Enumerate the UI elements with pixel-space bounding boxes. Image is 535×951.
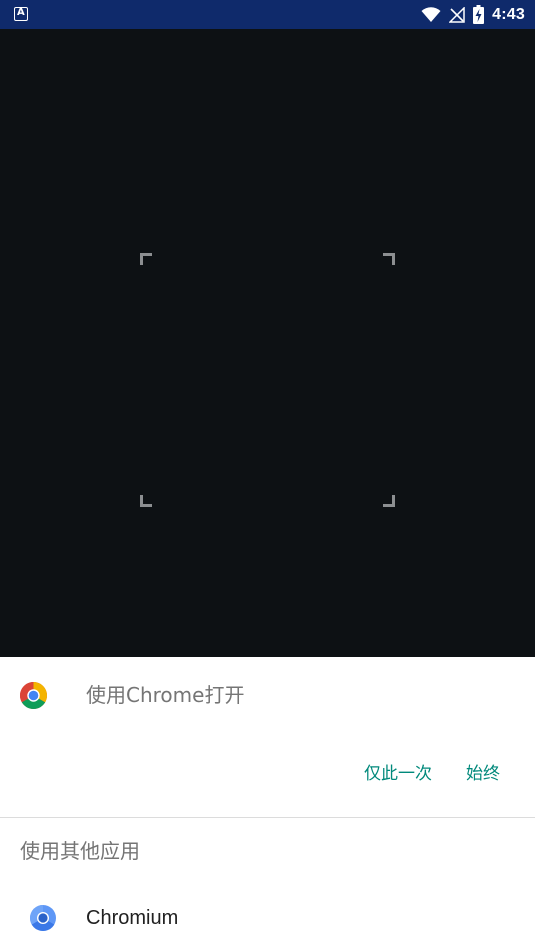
app-list-item-chromium[interactable]: Chromium <box>0 895 535 945</box>
app-notification-icon: A <box>14 7 28 21</box>
open-with-label: 使用Chrome打开 <box>86 683 245 707</box>
app-chooser-sheet: 使用Chrome打开 仅此一次 始终 使用其他应用 Chromium <box>0 657 535 951</box>
just-once-button[interactable]: 仅此一次 <box>364 761 432 787</box>
scan-frame-corner-bottom-left <box>140 495 152 507</box>
divider <box>0 817 535 818</box>
camera-viewfinder <box>0 29 535 657</box>
chromium-icon <box>29 905 56 932</box>
always-button[interactable]: 始终 <box>466 761 500 787</box>
chrome-icon <box>20 682 47 709</box>
status-time: 4:43 <box>492 5 525 23</box>
scan-frame-corner-top-left <box>140 253 152 265</box>
status-bar: A 4:43 <box>0 0 535 29</box>
scan-frame-corner-top-right <box>383 253 395 265</box>
scan-frame-corner-bottom-right <box>383 495 395 507</box>
wifi-icon <box>421 6 441 23</box>
status-icons: 4:43 <box>421 4 525 25</box>
other-apps-heading: 使用其他应用 <box>20 839 140 863</box>
signal-off-icon <box>449 6 465 23</box>
notification-glyph: A <box>17 7 25 18</box>
app-label: Chromium <box>86 907 179 929</box>
open-with-chrome-row: 使用Chrome打开 <box>0 657 535 735</box>
battery-charging-icon <box>473 5 485 24</box>
